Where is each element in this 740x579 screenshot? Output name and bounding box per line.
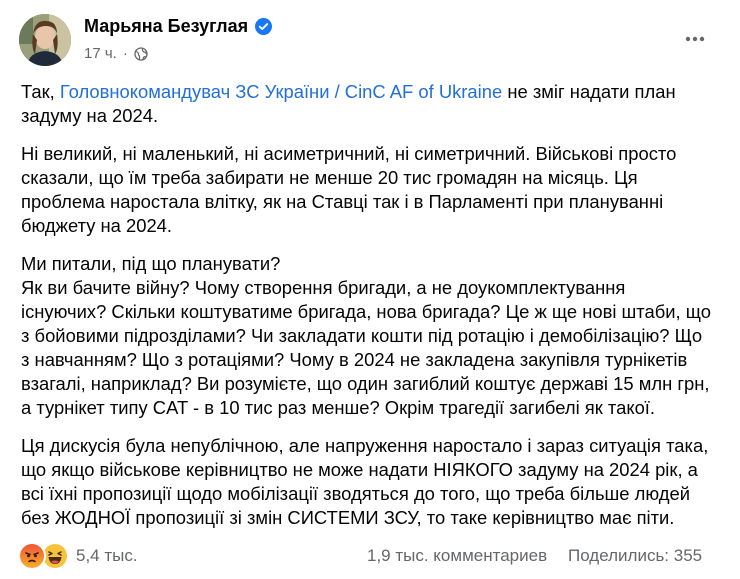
facebook-post: Марьяна Безуглая 17 ч. · Так, Головноком… <box>0 0 740 579</box>
text-line: без ЖОДНОЇ пропозиції зі змін СИСТЕМИ ЗС… <box>21 507 675 528</box>
text-line: що якщо військове керівництво не може на… <box>21 459 698 480</box>
paragraph-4: Ця дискусія була непублічною, але напруж… <box>21 434 721 530</box>
post-meta: 17 ч. · <box>84 45 148 62</box>
comments-count-link[interactable]: 1,9 тыс. комментариев <box>367 546 547 566</box>
text-line: а турнікет типу CAT - в 10 тис раз менше… <box>21 397 656 418</box>
post-footer: 5,4 тыс. 1,9 тыс. комментариев Поделилис… <box>0 537 740 573</box>
text-line: сказали, що їм треба забирати не менше 2… <box>21 167 638 188</box>
verified-badge-icon <box>255 18 273 35</box>
post-header: Марьяна Безуглая 17 ч. · <box>0 0 740 72</box>
post-timestamp[interactable]: 17 ч. <box>84 45 117 62</box>
text-line: Так, Головнокомандувач ЗС України / CinC… <box>21 80 721 104</box>
paragraph-2: Ні великий, ні маленький, ні асиметрични… <box>21 142 721 238</box>
text-line: з навчанням? Що з ротаціями? Чому в 2024… <box>21 349 688 370</box>
text-line: взагалі, наприклад? Ви розумієте, що оди… <box>21 373 710 394</box>
text-line: з бойовими підрозділами? Чи закладати ко… <box>21 325 703 346</box>
reaction-count: 5,4 тыс. <box>76 546 138 565</box>
paragraph-3: Ми питали, під що планувати? Як ви бачит… <box>21 252 721 420</box>
avatar-photo <box>19 14 71 66</box>
text-segment: Так, <box>21 81 60 102</box>
text-line: існуючих? Скільки коштуватиме бригада, н… <box>21 301 711 322</box>
post-text: Так, Головнокомандувач ЗС України / CinC… <box>21 80 721 544</box>
text-line: Ні великий, ні маленький, ні асиметрични… <box>21 143 677 164</box>
more-options-icon[interactable] <box>680 24 710 54</box>
text-line: проблема наростала влітку, як на Ставці … <box>21 191 664 212</box>
shares-count-link[interactable]: Поделились: 355 <box>568 546 702 566</box>
meta-separator: · <box>122 45 128 62</box>
author-name-row: Марьяна Безуглая <box>84 16 273 37</box>
globe-icon[interactable] <box>134 46 148 61</box>
reactions-summary[interactable]: 5,4 тыс. <box>18 542 138 570</box>
angry-reaction-icon <box>18 542 46 570</box>
text-line: задуму на 2024. <box>21 105 159 126</box>
text-segment: не зміг надати план <box>502 81 676 102</box>
text-line: бюджету на 2024. <box>21 215 173 236</box>
paragraph-1: Так, Головнокомандувач ЗС України / CinC… <box>21 80 721 128</box>
text-line: Ми питали, під що планувати? <box>21 253 281 274</box>
author-name[interactable]: Марьяна Безуглая <box>84 16 248 37</box>
page-mention-link[interactable]: Головнокомандувач ЗС України / CinC AF o… <box>60 81 502 102</box>
author-avatar[interactable] <box>19 14 71 66</box>
text-line: Ця дискусія була непублічною, але напруж… <box>21 435 709 456</box>
text-line: Як ви бачите війну? Чому створення брига… <box>21 277 626 298</box>
text-line: всі їхні пропозиції щодо мобілізації зво… <box>21 483 690 504</box>
